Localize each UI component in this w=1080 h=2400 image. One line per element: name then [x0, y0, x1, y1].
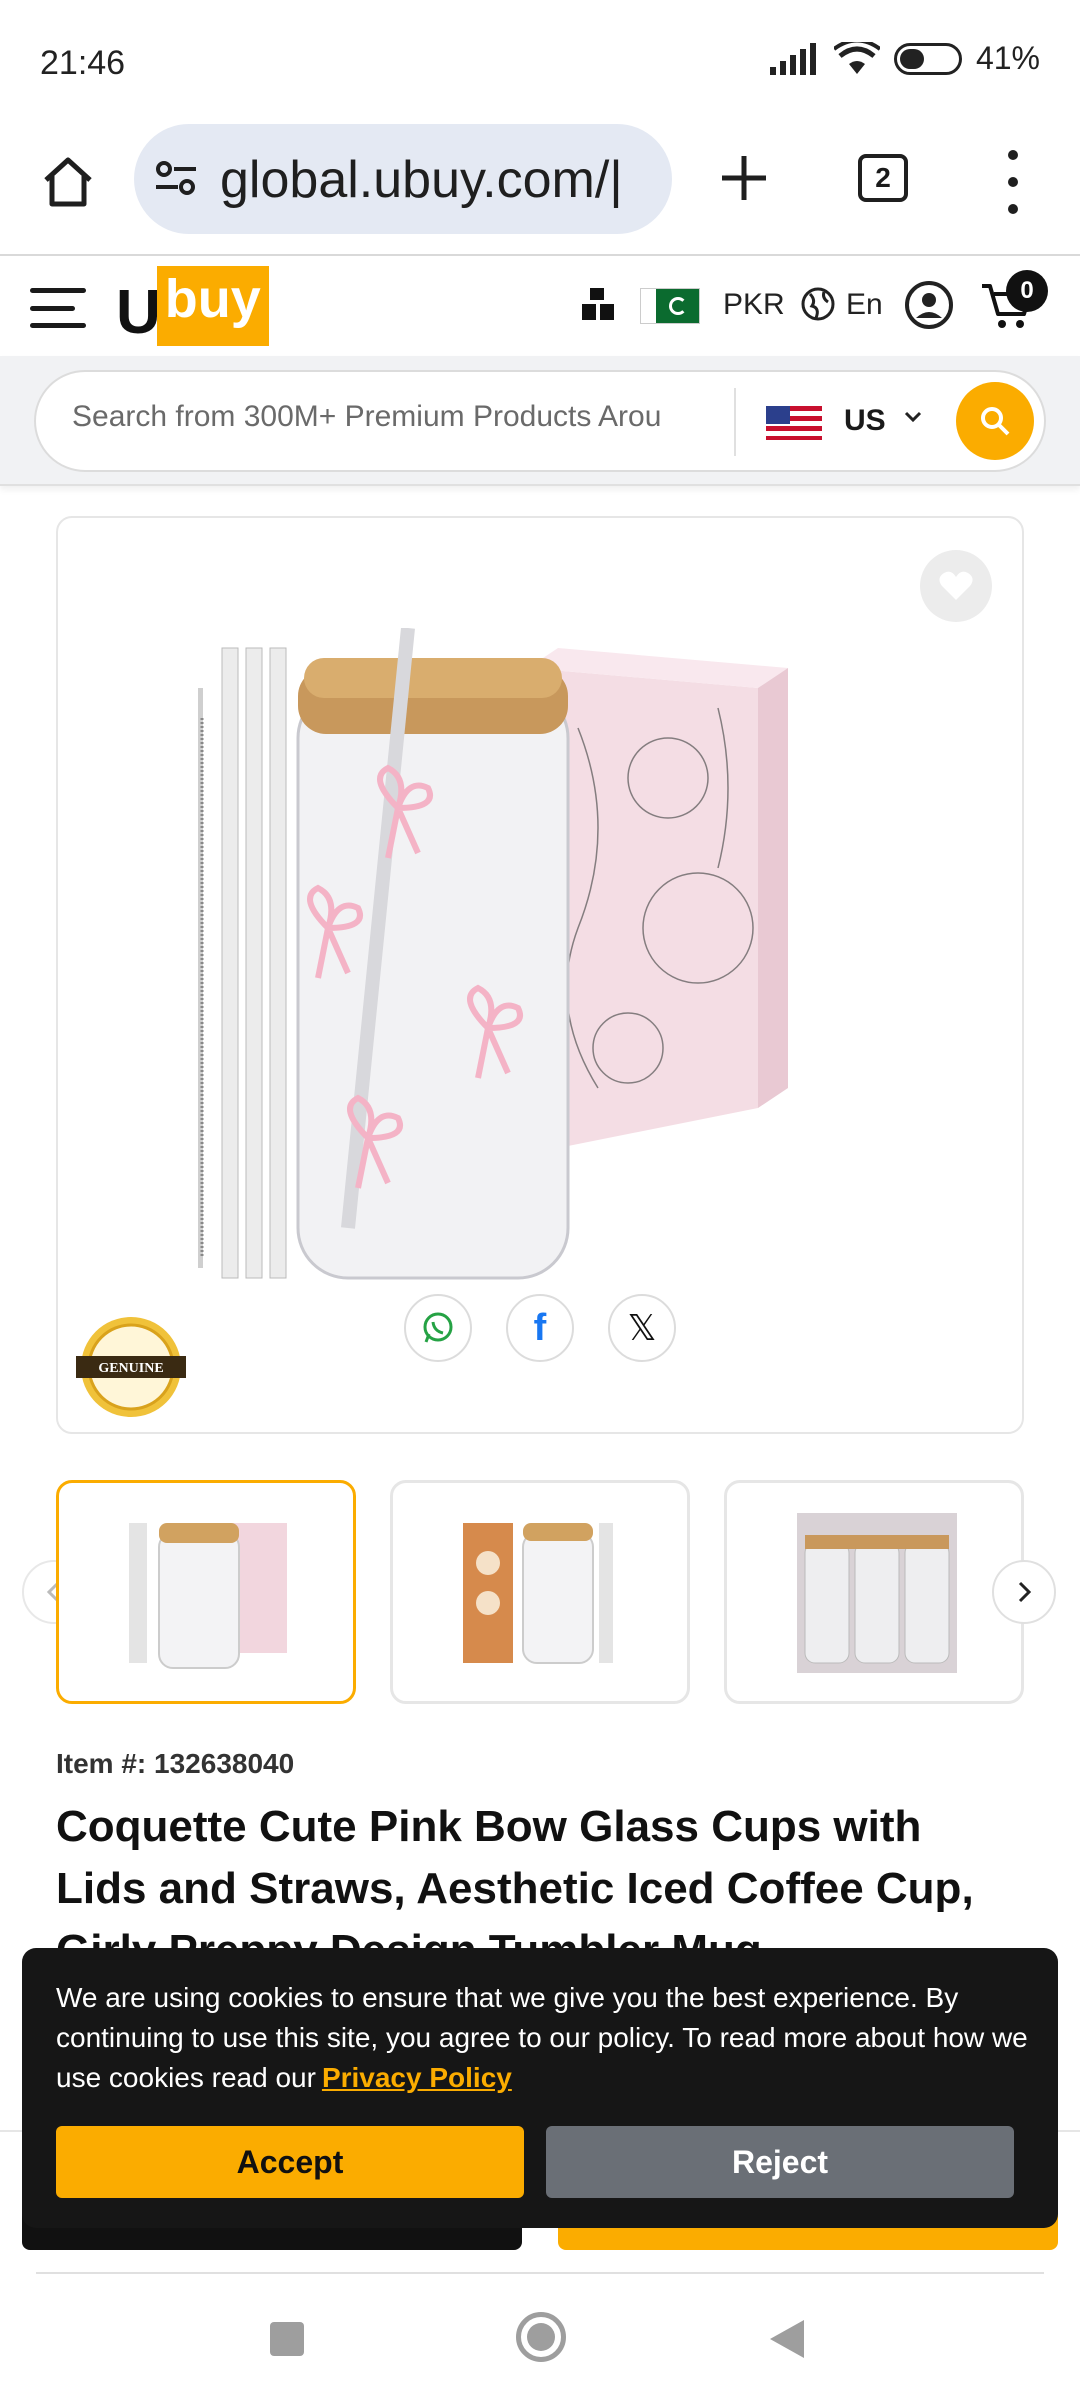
home-nav-icon[interactable] — [516, 2312, 566, 2362]
system-nav-bar — [0, 2282, 1080, 2400]
site-settings-icon[interactable] — [154, 158, 198, 198]
us-flag-icon[interactable] — [766, 406, 822, 440]
reject-cookies-button[interactable]: Reject — [546, 2126, 1014, 2198]
chevron-right-icon — [1018, 1581, 1032, 1603]
account-icon[interactable] — [904, 280, 954, 330]
site-header: U buy PKR En 0 — [0, 258, 1080, 354]
home-icon — [44, 157, 92, 207]
product-image[interactable] — [198, 628, 938, 1318]
heart-icon — [939, 571, 973, 600]
pakistan-flag-icon[interactable] — [640, 288, 700, 324]
address-bar[interactable]: global.ubuy.com/| — [134, 124, 672, 234]
browser-menu-button[interactable] — [998, 150, 1028, 214]
thumbnail-image — [463, 1523, 613, 1664]
store-selector[interactable]: US — [844, 404, 886, 438]
menu-dot-icon — [1008, 204, 1018, 214]
whatsapp-icon — [423, 1312, 453, 1343]
new-tab-button[interactable] — [712, 146, 776, 210]
share-facebook-button[interactable]: f — [506, 1294, 574, 1362]
back-icon[interactable] — [770, 2320, 804, 2358]
menu-dot-icon — [1008, 177, 1018, 187]
globe-icon[interactable] — [800, 286, 836, 322]
signal-icon — [769, 42, 816, 75]
thumbnail-next-button[interactable] — [992, 1560, 1056, 1624]
status-icons: 41% — [769, 40, 1040, 77]
cookie-message: We are using cookies to ensure that we g… — [56, 1982, 1028, 2093]
menu-dot-icon — [1008, 150, 1018, 160]
genuine-badge-icon: GENUINE — [76, 1317, 186, 1417]
battery-icon — [893, 42, 962, 75]
browser-toolbar: global.ubuy.com/| 2 — [0, 120, 1080, 256]
menu-hamburger-icon[interactable] — [30, 288, 86, 328]
search-band: US — [0, 356, 1080, 486]
status-time: 21:46 — [40, 44, 126, 82]
battery-percent: 41% — [975, 40, 1040, 76]
currency-selector[interactable]: PKR — [723, 288, 785, 322]
url-text[interactable]: global.ubuy.com/| — [220, 150, 623, 210]
plus-icon — [722, 156, 766, 200]
svg-text:GENUINE: GENUINE — [98, 1361, 163, 1376]
tab-switcher-button[interactable]: 2 — [858, 154, 908, 202]
search-box: US — [34, 370, 1046, 472]
chevron-down-icon[interactable] — [902, 406, 924, 428]
wifi-icon — [833, 41, 880, 74]
ubuy-logo[interactable]: U buy — [116, 266, 269, 346]
home-button[interactable] — [36, 150, 100, 214]
privacy-policy-link[interactable]: Privacy Policy — [322, 2062, 512, 2093]
divider — [36, 2272, 1044, 2274]
recents-icon[interactable] — [270, 2322, 304, 2356]
wishlist-button[interactable] — [920, 550, 992, 622]
cart-count-badge: 0 — [1006, 270, 1048, 312]
cookie-banner: We are using cookies to ensure that we g… — [22, 1948, 1058, 2228]
search-input[interactable] — [72, 400, 742, 434]
search-icon — [981, 407, 1010, 436]
search-divider — [734, 388, 736, 456]
language-selector[interactable]: En — [846, 288, 883, 322]
thumbnail-image — [129, 1523, 287, 1669]
product-image-card: GENUINE f 𝕏 — [56, 516, 1024, 1434]
status-bar: 21:46 41% — [0, 0, 1080, 120]
accept-cookies-button[interactable]: Accept — [56, 2126, 524, 2198]
search-button[interactable] — [956, 382, 1034, 460]
share-x-button[interactable]: 𝕏 — [608, 1294, 676, 1362]
thumbnail-1[interactable] — [56, 1480, 356, 1704]
thumbnail-image — [797, 1513, 957, 1673]
item-number: Item #: 132638040 — [56, 1748, 295, 1779]
thumbnail-3[interactable] — [724, 1480, 1024, 1704]
boxes-icon[interactable] — [580, 288, 616, 322]
thumbnail-2[interactable] — [390, 1480, 690, 1704]
share-whatsapp-button[interactable] — [404, 1294, 472, 1362]
